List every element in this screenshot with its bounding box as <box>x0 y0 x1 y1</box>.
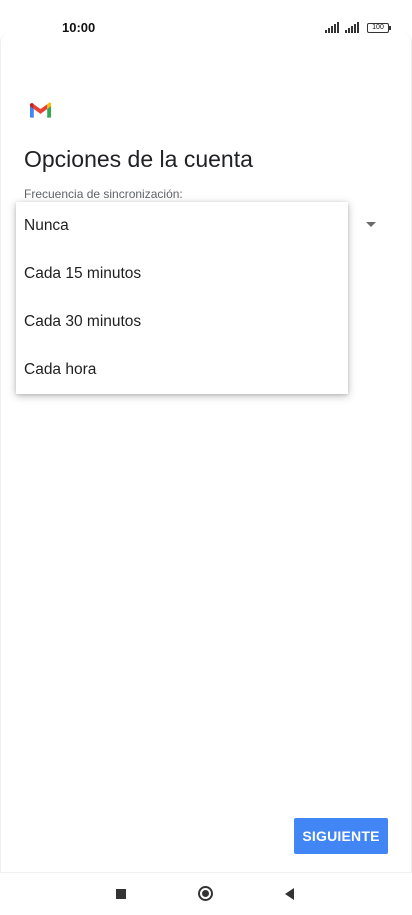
option-every-30-minutes[interactable]: Cada 30 minutos <box>16 298 348 346</box>
back-icon[interactable] <box>285 888 294 900</box>
dropdown-arrow-icon[interactable] <box>366 222 376 227</box>
gmail-logo <box>29 102 52 118</box>
recent-apps-icon[interactable] <box>116 889 126 899</box>
option-never[interactable]: Nunca <box>16 202 348 250</box>
sync-frequency-dropdown: Nunca Cada 15 minutos Cada 30 minutos Ca… <box>16 202 348 394</box>
option-every-hour[interactable]: Cada hora <box>16 346 348 394</box>
option-every-15-minutes[interactable]: Cada 15 minutos <box>16 250 348 298</box>
sync-frequency-label: Frecuencia de sincronización: <box>24 187 183 201</box>
home-icon[interactable] <box>198 886 213 901</box>
screen: 10:00 100 Opciones de la cuenta Frecuenc… <box>0 0 412 915</box>
navigation-bar <box>0 872 412 915</box>
next-button[interactable]: SIGUIENTE <box>294 818 388 854</box>
page-title: Opciones de la cuenta <box>24 146 253 172</box>
